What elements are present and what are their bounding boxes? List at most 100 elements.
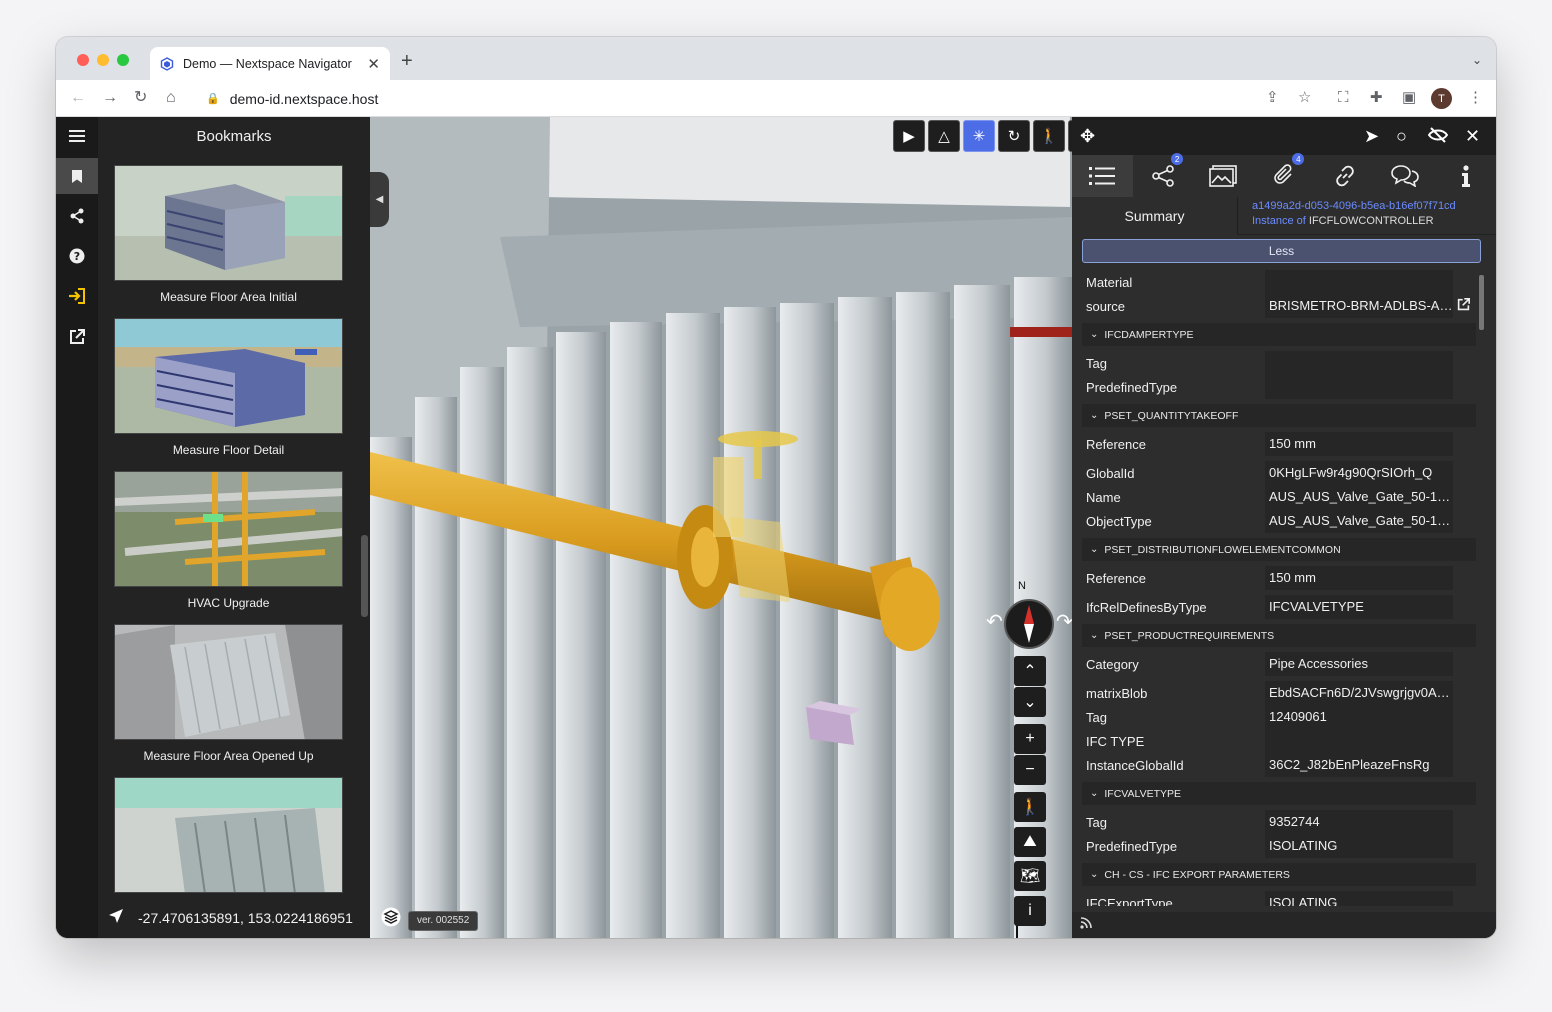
share-icon[interactable]: 2	[1133, 153, 1194, 197]
sign-in-icon[interactable]	[56, 278, 98, 314]
walk-measure-icon[interactable]: 🚶	[1033, 120, 1065, 152]
share-page-icon[interactable]: ⇪	[1266, 88, 1279, 108]
property-section-header[interactable]: ⌄ PSET_PRODUCTREQUIREMENTS	[1082, 624, 1476, 647]
road-icon[interactable]: ⛰	[1014, 827, 1046, 857]
property-section-header[interactable]: ⌄ IFCDAMPERTYPE	[1082, 323, 1476, 346]
property-value[interactable]: AUS_AUS_Valve_Gate_50-150mm	[1265, 485, 1453, 509]
move-icon[interactable]: ✥	[1080, 126, 1095, 146]
map-icon[interactable]: 🗺	[1014, 861, 1046, 891]
bookmark-icon[interactable]	[56, 158, 98, 194]
property-value[interactable]: 150 mm	[1265, 566, 1453, 590]
chevron-down-icon[interactable]: ⌄	[1090, 630, 1098, 641]
summary-tab[interactable]: Summary	[1072, 197, 1238, 235]
chevron-down-icon[interactable]: ⌄	[1090, 410, 1098, 421]
info-icon[interactable]: i	[1014, 896, 1046, 926]
property-value[interactable]: 0KHgLFw9r4g90QrSIOrh_Q	[1265, 461, 1453, 485]
close-icon[interactable]: ✕	[1465, 126, 1480, 146]
screenshot-icon[interactable]: ⛶	[1338, 88, 1349, 108]
info-icon[interactable]	[1435, 155, 1496, 197]
chevron-down-icon[interactable]: ⌄	[1014, 687, 1046, 717]
hide-icon[interactable]	[1427, 126, 1449, 148]
maximize-window-button[interactable]	[117, 54, 129, 66]
property-value[interactable]: IFCVALVETYPE	[1265, 595, 1453, 619]
browser-menu-icon[interactable]: ⋮	[1468, 88, 1483, 108]
entity-id-link[interactable]: a1499a2d-d053-4096-b5ea-b16ef07f71cd	[1252, 200, 1456, 212]
external-link-icon[interactable]	[56, 319, 98, 355]
forward-icon[interactable]: →	[102, 88, 118, 108]
image-icon[interactable]	[1193, 155, 1254, 197]
new-tab-button[interactable]: +	[401, 51, 413, 71]
layers-icon[interactable]	[379, 905, 403, 929]
bookmark-item[interactable]: Measure Floor Area Initial	[114, 165, 343, 310]
help-icon[interactable]: ?	[56, 238, 98, 274]
terrain-icon[interactable]: △	[928, 120, 960, 152]
bookmark-item[interactable]	[114, 777, 343, 895]
property-section-header[interactable]: ⌄ IFCVALVETYPE	[1082, 782, 1476, 805]
select-icon[interactable]: ✳	[963, 120, 995, 152]
property-value[interactable]: ISOLATING	[1265, 891, 1453, 906]
property-value[interactable]: BRISMETRO-BRM-ADLBS-ARC-MOD-DEMO.ifc	[1265, 294, 1453, 318]
chevron-down-icon[interactable]: ⌄	[1090, 329, 1098, 340]
rotate-left-icon[interactable]: ↶	[986, 609, 1003, 634]
link-icon[interactable]	[1314, 155, 1375, 197]
list-icon[interactable]	[1072, 155, 1133, 197]
bookmark-scrollbar[interactable]	[361, 535, 368, 617]
bookmark-thumbnail[interactable]	[114, 471, 343, 587]
walk-icon[interactable]: 🚶	[1014, 792, 1046, 822]
property-value[interactable]: ISOLATING	[1265, 834, 1453, 858]
circle-icon[interactable]: ○	[1396, 126, 1407, 146]
plus-icon[interactable]: +	[1014, 724, 1046, 754]
share-icon[interactable]	[56, 198, 98, 234]
3d-viewport[interactable]: ▶ △ ✳ ↻ 🚶 ⇄ 📏 ☆ 🔍 📷 🌐 ▦ ⌂ ? ver. 002552	[370, 117, 1072, 938]
extensions-icon[interactable]: ✚	[1370, 88, 1383, 108]
sidebar-icon[interactable]: ▣	[1402, 88, 1416, 108]
property-value[interactable]	[1265, 375, 1453, 399]
browser-tab[interactable]: Demo — Nextspace Navigator ✕	[150, 47, 390, 80]
scene-render[interactable]	[370, 117, 1072, 938]
less-button[interactable]: Less	[1082, 239, 1481, 263]
property-value[interactable]	[1265, 270, 1453, 294]
chevron-down-icon[interactable]: ⌄	[1090, 869, 1098, 880]
attachment-icon[interactable]: 4	[1254, 153, 1315, 197]
location-arrow-icon[interactable]	[108, 908, 124, 928]
home-icon[interactable]: ⌂	[166, 88, 176, 108]
property-value[interactable]: 150 mm	[1265, 432, 1453, 456]
menu-icon[interactable]	[56, 118, 98, 154]
rotate-icon[interactable]: ↻	[998, 120, 1030, 152]
bookmark-item[interactable]: HVAC Upgrade	[114, 471, 343, 616]
property-value[interactable]	[1265, 729, 1453, 753]
open-source-icon[interactable]	[1457, 298, 1470, 314]
chevron-down-icon[interactable]: ⌄	[1090, 544, 1098, 555]
back-icon[interactable]: ←	[70, 88, 86, 108]
property-scrollbar[interactable]	[1479, 275, 1484, 330]
minus-icon[interactable]: −	[1014, 755, 1046, 785]
play-icon[interactable]: ▶	[893, 120, 925, 152]
address-bar[interactable]: 🔒 demo-id.nextspace.host	[196, 84, 1261, 113]
tab-close-icon[interactable]: ✕	[367, 55, 380, 73]
bookmark-thumbnail[interactable]	[114, 624, 343, 740]
tab-search-icon[interactable]: ⌄	[1472, 53, 1482, 67]
chevron-up-icon[interactable]: ⌃	[1014, 656, 1046, 686]
rotate-right-icon[interactable]: ↷	[1056, 609, 1073, 634]
property-value[interactable]: Pipe Accessories	[1265, 652, 1453, 676]
minimize-window-button[interactable]	[97, 54, 109, 66]
property-value[interactable]	[1265, 351, 1453, 375]
chat-icon[interactable]	[1375, 155, 1436, 197]
bookmark-thumbnail[interactable]	[114, 318, 343, 434]
property-section-header[interactable]: ⌄ PSET_DISTRIBUTIONFLOWELEMENTCOMMON	[1082, 538, 1476, 561]
property-value[interactable]: 36C2_J82bEnPleazeFnsRg	[1265, 753, 1453, 777]
bookmark-thumbnail[interactable]	[114, 777, 343, 893]
property-section-header[interactable]: ⌄ CH - CS - IFC EXPORT PARAMETERS	[1082, 863, 1476, 886]
compass-icon[interactable]	[1004, 599, 1054, 649]
send-icon[interactable]: ➤	[1364, 126, 1379, 146]
profile-avatar[interactable]: T	[1431, 88, 1452, 109]
property-value[interactable]: EbdSACFn6D/2JVswgrjgv0AAAAAAAAA	[1265, 681, 1453, 705]
bookmark-item[interactable]: Measure Floor Detail	[114, 318, 343, 463]
bookmark-star-icon[interactable]: ☆	[1298, 88, 1311, 108]
collapse-panel-button[interactable]: ◀	[370, 172, 389, 227]
close-window-button[interactable]	[77, 54, 89, 66]
rss-icon[interactable]	[1080, 917, 1092, 932]
property-value[interactable]: 9352744	[1265, 810, 1453, 834]
chevron-down-icon[interactable]: ⌄	[1090, 788, 1098, 799]
property-value[interactable]: 12409061	[1265, 705, 1453, 729]
